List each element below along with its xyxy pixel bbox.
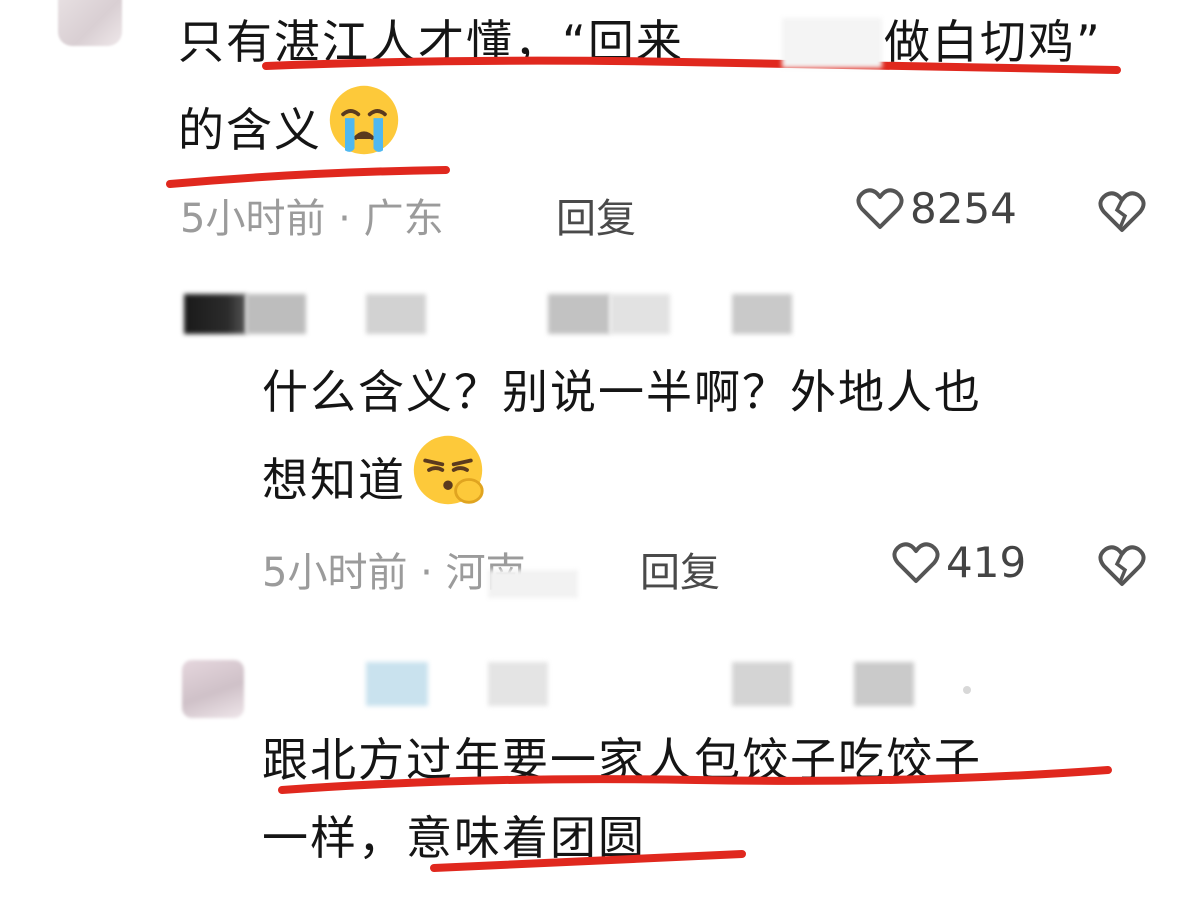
comment-1-like-button[interactable]: 8254 <box>856 184 1017 233</box>
red-underline <box>262 52 1122 82</box>
blurred-username <box>366 294 426 334</box>
comment-2-text-line-1: 什么含义？别说一半啊？外地人也 <box>262 365 982 419</box>
blurred-region <box>782 18 882 68</box>
red-underline <box>428 840 750 876</box>
comment-1-text-line-2: 的含义 <box>178 82 402 168</box>
blurred-username <box>488 662 548 706</box>
comment-1-text-part-3: 的含义 <box>178 103 322 157</box>
heart-icon <box>856 187 904 229</box>
comment-2-reply-button[interactable]: 回复 <box>640 540 720 598</box>
dislike-icon[interactable] <box>1098 190 1146 234</box>
smirking-face-with-hand-icon <box>413 435 484 505</box>
more-dot-icon <box>963 686 971 694</box>
heart-icon <box>892 541 940 583</box>
red-underline <box>276 760 1116 796</box>
comment-1-time-location: 5小时前 · 广东 <box>180 196 444 242</box>
comment-2-like-count: 419 <box>946 538 1027 587</box>
blurred-username <box>610 294 670 334</box>
comment-2-text-part-2: 想知道 <box>262 453 406 507</box>
blurred-region <box>488 570 578 598</box>
comment-2-like-button[interactable]: 419 <box>892 538 1026 587</box>
loudly-crying-face-icon <box>329 85 399 155</box>
blurred-username <box>366 662 428 706</box>
blurred-username <box>184 294 246 334</box>
comment-2-text-line-2: 想知道 <box>262 432 486 518</box>
dislike-icon[interactable] <box>1098 544 1146 588</box>
blurred-username <box>548 294 610 334</box>
comment-1-like-count: 8254 <box>910 184 1017 233</box>
avatar[interactable] <box>58 0 122 46</box>
blurred-username <box>732 662 792 706</box>
avatar[interactable] <box>182 660 244 718</box>
comment-3-text-part-1: 一样， <box>262 811 406 865</box>
blurred-username <box>732 294 792 334</box>
blurred-username <box>246 294 306 334</box>
comment-2-time-location: 5小时前 · 河南 <box>262 550 526 596</box>
comment-1-reply-button[interactable]: 回复 <box>556 186 636 244</box>
blurred-username <box>854 662 914 706</box>
